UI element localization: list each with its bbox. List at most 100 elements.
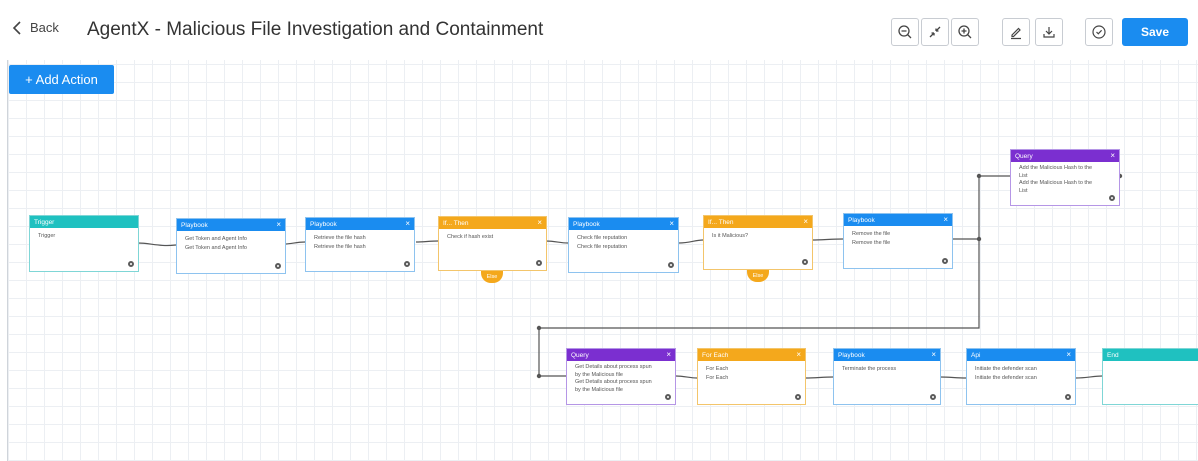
node-line: Get Token and Agent Info — [185, 244, 247, 251]
node-header: Playbook × — [834, 349, 940, 361]
close-icon[interactable]: × — [1110, 152, 1115, 160]
node-body: For Each For Each — [698, 361, 805, 386]
pencil-icon — [1011, 27, 1021, 40]
gear-icon[interactable] — [942, 258, 948, 264]
node-line: Remove the file — [852, 231, 891, 237]
download-button[interactable] — [1035, 18, 1063, 46]
node-header: If... Then × — [439, 217, 546, 229]
trigger-node[interactable]: Trigger Trigger — [29, 215, 139, 272]
node-line: Retrieve the file hash — [314, 235, 366, 241]
close-icon[interactable]: × — [803, 218, 808, 226]
close-icon[interactable]: × — [943, 216, 948, 224]
node-line: Remove the file — [852, 239, 891, 246]
gear-icon[interactable] — [128, 261, 134, 267]
node-body: Check file reputation Check file reputati… — [569, 230, 678, 255]
gear-icon[interactable] — [275, 263, 281, 269]
node-header: Playbook × — [306, 218, 414, 230]
close-icon[interactable]: × — [669, 220, 674, 228]
gear-icon[interactable] — [536, 260, 542, 266]
node-type: If... Then — [443, 219, 469, 227]
gear-icon[interactable] — [1109, 195, 1115, 201]
playbook-node-terminate[interactable]: Playbook × Terminate the process — [833, 348, 941, 405]
close-icon[interactable]: × — [537, 219, 542, 227]
for-each-node[interactable]: For Each × For Each For Each — [697, 348, 806, 405]
node-header: End — [1103, 349, 1198, 361]
gear-icon[interactable] — [802, 259, 808, 265]
node-line: Get Details about process spun — [575, 379, 652, 385]
close-icon[interactable]: × — [666, 351, 671, 359]
node-line: List — [1019, 172, 1028, 179]
gear-icon[interactable] — [930, 394, 936, 400]
end-node[interactable]: End — [1102, 348, 1198, 405]
node-header: Trigger — [30, 216, 138, 228]
query-node-process-details[interactable]: Query × Get Details about process spun by … — [566, 348, 676, 405]
node-line: Initiate the defender scan — [975, 374, 1037, 381]
node-line: by the Malicious file — [575, 386, 623, 393]
chevron-left-icon — [12, 20, 21, 35]
fit-view-button[interactable] — [921, 18, 949, 46]
api-node-defender-scan[interactable]: Api × Initiate the defender scan Initiate … — [966, 348, 1076, 405]
edit-button[interactable] — [1002, 18, 1030, 46]
node-line: Get Token and Agent Info — [185, 236, 247, 242]
close-icon[interactable]: × — [276, 221, 281, 229]
playbook-node-file-hash[interactable]: Playbook × Retrieve the file hash Retrieve… — [305, 217, 415, 272]
playbook-node-reputation[interactable]: Playbook × Check file reputation Check fil… — [568, 217, 679, 273]
node-type: Trigger — [34, 218, 55, 226]
close-icon[interactable]: × — [405, 220, 410, 228]
node-header: Playbook × — [844, 214, 952, 226]
close-icon[interactable]: × — [796, 351, 801, 359]
gear-icon[interactable] — [1065, 394, 1071, 400]
if-then-node-malicious[interactable]: If... Then × Is it Malicious? — [703, 215, 813, 270]
node-header: Api × — [967, 349, 1075, 361]
node-body: Get Token and Agent Info Get Token and Ag… — [177, 231, 285, 256]
node-line: Add the Malicious Hash to the — [1019, 180, 1093, 186]
playbook-node-remove-file[interactable]: Playbook × Remove the file Remove the file — [843, 213, 953, 269]
node-body: Check if hash exist — [439, 229, 546, 246]
node-line: For Each — [706, 374, 729, 381]
node-type: Playbook — [838, 351, 865, 359]
if-then-node-hash-exist[interactable]: If... Then × Check if hash exist — [438, 216, 547, 271]
back-button[interactable]: Back — [12, 20, 59, 35]
node-type: Playbook — [181, 221, 208, 229]
close-icon[interactable]: × — [931, 351, 936, 359]
page-title: AgentX - Malicious File Investigation an… — [87, 19, 544, 40]
node-body: Trigger — [30, 228, 138, 245]
gear-icon[interactable] — [668, 262, 674, 268]
header-bar: Back AgentX - Malicious File Investigati… — [0, 0, 1198, 60]
node-line: Check file reputation — [577, 243, 628, 250]
zoom-in-icon — [958, 25, 972, 39]
save-button[interactable]: Save — [1122, 18, 1188, 46]
node-line: List — [1019, 187, 1028, 194]
node-header: Query × — [1011, 150, 1119, 162]
node-line: Terminate the process — [842, 366, 897, 372]
node-line: Is it Malicious? — [712, 233, 749, 239]
node-type: If... Then — [708, 218, 734, 226]
node-line: Retrieve the file hash — [314, 243, 366, 250]
zoom-out-icon — [898, 25, 912, 39]
node-line: by the Malicious file — [575, 371, 623, 378]
query-node-add-hash[interactable]: Query × Add the Malicious Hash to the List… — [1010, 149, 1120, 206]
node-header: Playbook × — [177, 219, 285, 231]
node-type: Api — [971, 351, 981, 359]
gear-icon[interactable] — [404, 261, 410, 267]
add-action-button[interactable]: + Add Action — [9, 65, 114, 94]
zoom-out-button[interactable] — [891, 18, 919, 46]
node-type: Query — [571, 351, 589, 359]
validate-button[interactable] — [1085, 18, 1113, 46]
node-line: Check if hash exist — [447, 234, 494, 240]
node-line: Initiate the defender scan — [975, 366, 1037, 372]
node-type: Playbook — [310, 220, 337, 228]
close-icon[interactable]: × — [1066, 351, 1071, 359]
node-body: Retrieve the file hash Retrieve the file … — [306, 230, 414, 255]
node-header: Playbook × — [569, 218, 678, 230]
gear-icon[interactable] — [665, 394, 671, 400]
node-header: If... Then × — [704, 216, 812, 228]
download-icon — [1043, 27, 1055, 38]
node-line: Add the Malicious Hash to the — [1019, 165, 1093, 171]
node-line: Check file reputation — [577, 235, 628, 241]
gear-icon[interactable] — [795, 394, 801, 400]
node-line: Get Details about process spun — [575, 364, 652, 370]
zoom-in-button[interactable] — [951, 18, 979, 46]
playbook-node-agent-info[interactable]: Playbook × Get Token and Agent Info Get To… — [176, 218, 286, 274]
node-body: Initiate the defender scan Initiate the d… — [967, 361, 1075, 386]
